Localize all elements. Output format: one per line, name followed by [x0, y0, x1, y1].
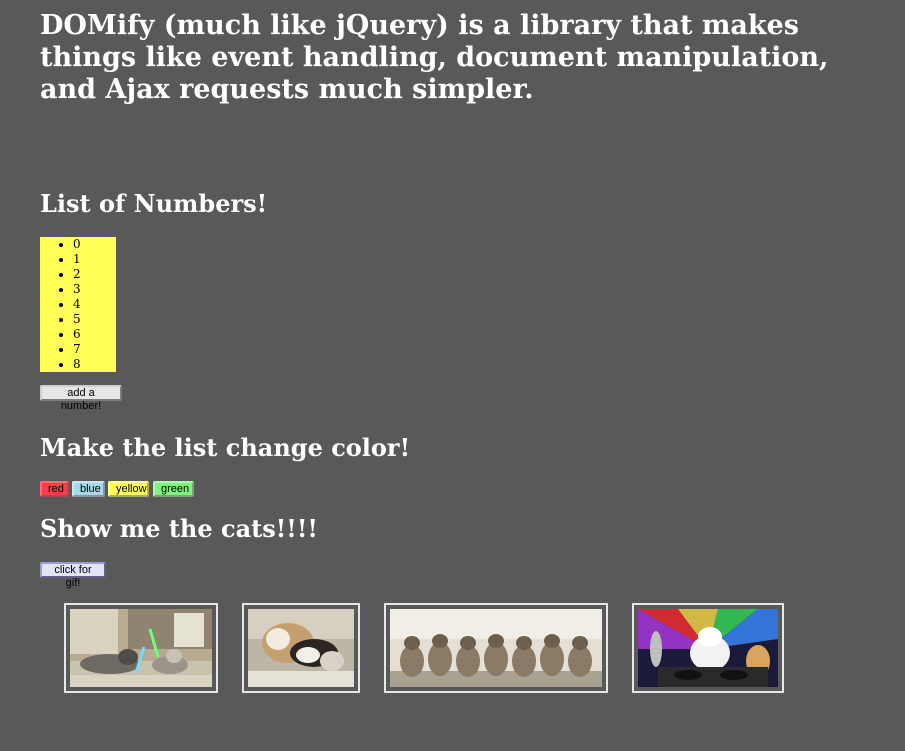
cat-lightsaber-image — [70, 609, 212, 687]
color-section-title: Make the list change color! — [40, 433, 411, 462]
cat-gif-1 — [64, 603, 218, 693]
list-item: 7 — [73, 342, 116, 357]
list-item: 0 — [73, 237, 116, 252]
kittens-row-image — [390, 609, 602, 687]
blue-color-button[interactable]: blue — [72, 481, 105, 497]
red-color-button[interactable]: red — [40, 481, 69, 497]
add-number-button[interactable]: add a number! — [40, 385, 122, 412]
list-item: 8 — [73, 357, 116, 372]
numbers-section-title: List of Numbers! — [40, 189, 268, 218]
cat-gif-3 — [384, 603, 608, 693]
green-color-button[interactable]: green — [153, 481, 194, 497]
list-item: 5 — [73, 312, 116, 327]
list-item: 1 — [73, 252, 116, 267]
dj-cat-image — [638, 609, 778, 687]
list-item: 6 — [73, 327, 116, 342]
cat-gif-2 — [242, 603, 360, 693]
list-item: 4 — [73, 297, 116, 312]
list-item: 3 — [73, 282, 116, 297]
number-list: 0 1 2 3 4 5 6 7 8 — [40, 237, 116, 372]
page: DOMify (much like jQuery) is a library t… — [0, 0, 905, 751]
cats-section-title: Show me the cats!!!! — [40, 514, 318, 543]
list-item: 2 — [73, 267, 116, 282]
cats-cuddling-image — [248, 609, 354, 687]
cat-gif-4 — [632, 603, 784, 693]
show-gif-button[interactable]: click for gif! — [40, 562, 106, 589]
intro-heading: DOMify (much like jQuery) is a library t… — [40, 10, 829, 105]
yellow-color-button[interactable]: yellow — [108, 481, 149, 497]
